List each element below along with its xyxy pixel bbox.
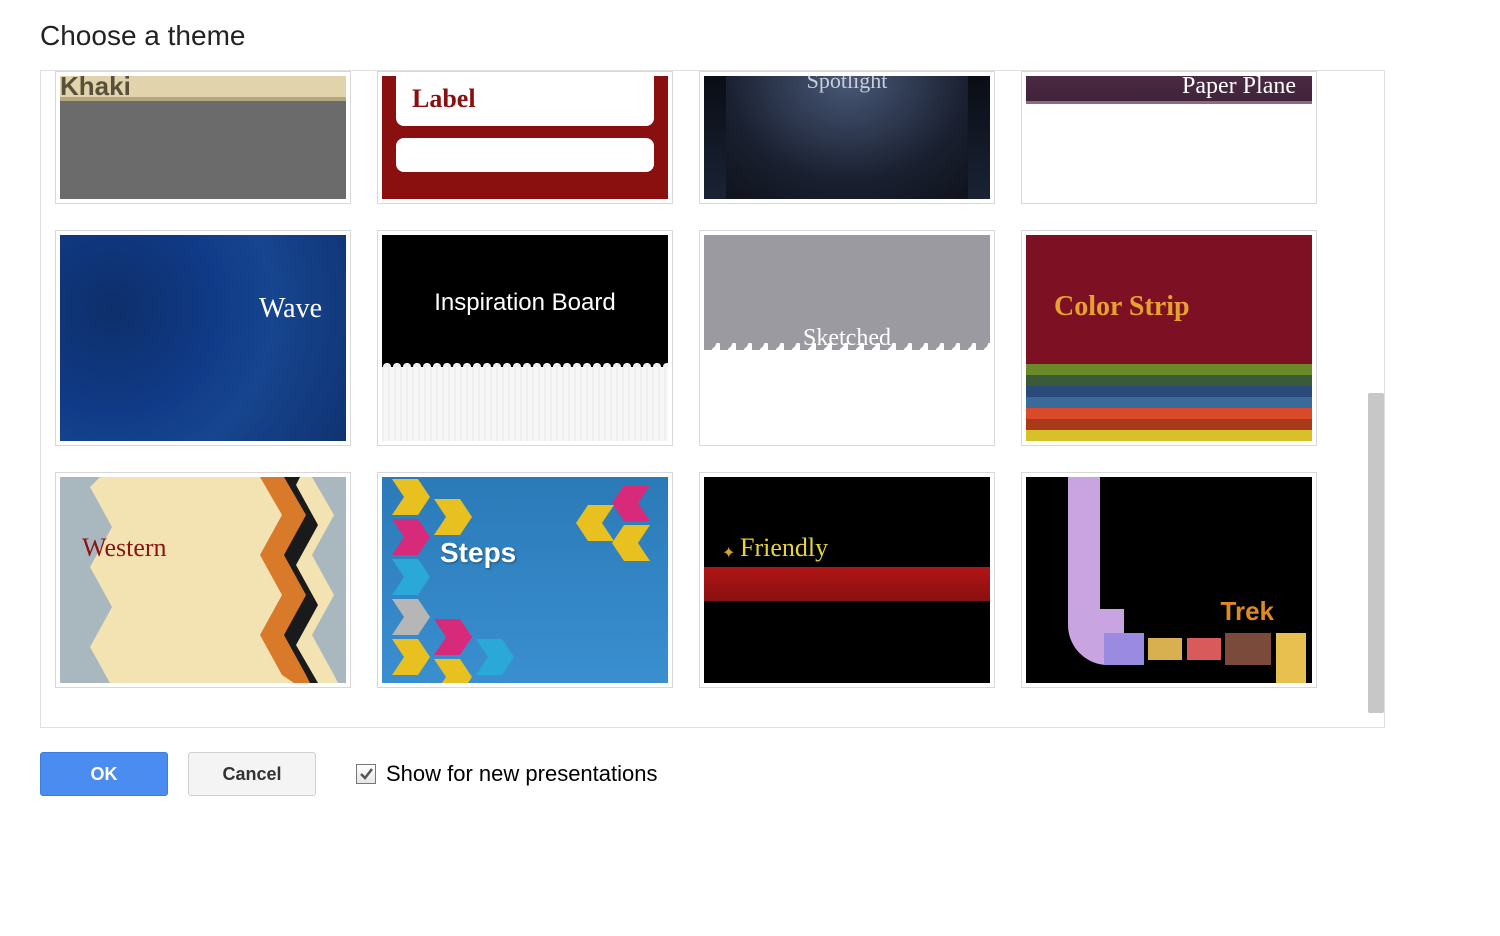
checkbox-icon: [356, 764, 376, 784]
scrollbar-thumb[interactable]: [1368, 393, 1384, 713]
theme-label: Friendly: [740, 533, 828, 563]
theme-card-khaki[interactable]: Khaki: [55, 71, 351, 204]
dialog-footer: OK Cancel Show for new presentations: [40, 752, 1460, 796]
cancel-button[interactable]: Cancel: [188, 752, 316, 796]
theme-card-steps[interactable]: Steps: [377, 472, 673, 688]
theme-card-spotlight[interactable]: Spotlight: [699, 71, 995, 204]
dialog-title: Choose a theme: [40, 20, 1460, 52]
theme-grid-container: Khaki Label Spotlight Paper Plane: [40, 70, 1385, 728]
theme-card-trek[interactable]: Trek: [1021, 472, 1317, 688]
checkbox-label: Show for new presentations: [386, 761, 658, 787]
theme-label: Trek: [1221, 596, 1275, 627]
theme-label: Spotlight: [704, 76, 990, 94]
theme-label: Wave: [259, 293, 322, 325]
theme-grid: Khaki Label Spotlight Paper Plane: [41, 71, 1384, 702]
theme-card-friendly[interactable]: ✦ Friendly: [699, 472, 995, 688]
theme-card-inspiration[interactable]: Inspiration Board: [377, 230, 673, 446]
theme-card-label[interactable]: Label: [377, 71, 673, 204]
show-new-presentations-toggle[interactable]: Show for new presentations: [356, 761, 658, 787]
theme-label: Western: [82, 533, 167, 563]
theme-label: Sketched: [704, 325, 990, 352]
theme-card-western[interactable]: Western: [55, 472, 351, 688]
accent-icon: ✦: [722, 543, 735, 563]
theme-label: Color Strip: [1054, 291, 1190, 323]
theme-label: Steps: [440, 537, 516, 569]
theme-label: Khaki: [60, 76, 346, 102]
theme-card-wave[interactable]: Wave: [55, 230, 351, 446]
theme-label: Inspiration Board: [382, 289, 668, 317]
theme-label: Label: [412, 84, 476, 114]
theme-card-colorstrip[interactable]: Color Strip: [1021, 230, 1317, 446]
theme-card-paperplane[interactable]: Paper Plane: [1021, 71, 1317, 204]
theme-card-sketched[interactable]: Sketched: [699, 230, 995, 446]
theme-label: Paper Plane: [1182, 76, 1296, 100]
theme-dialog: Choose a theme Khaki Label Spotlight: [0, 0, 1500, 826]
ok-button[interactable]: OK: [40, 752, 168, 796]
